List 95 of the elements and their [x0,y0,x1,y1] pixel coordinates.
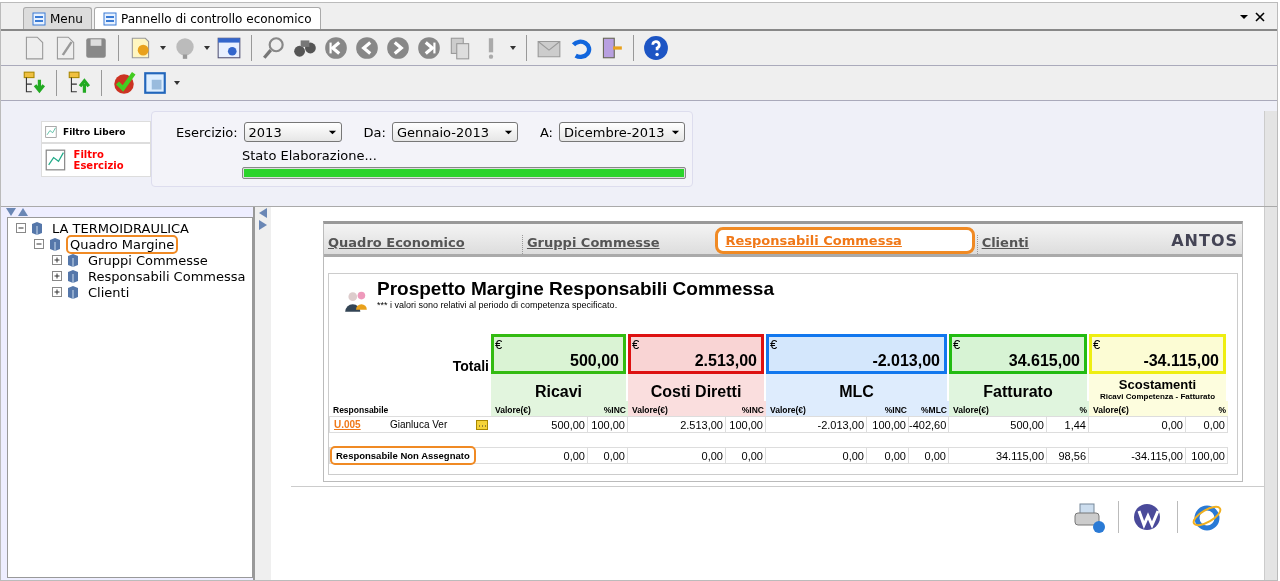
group-title: MLC [839,383,874,401]
column-header: %INC [867,401,909,416]
table-cell: -402,60 [909,416,949,433]
column-header: Responsabile [332,404,390,416]
expand-icon[interactable] [52,271,62,281]
table-cell: 0,00 [588,447,628,464]
group-title: Ricavi [534,383,583,401]
report-title: Prospetto Margine Responsabili Commessa [377,278,774,300]
table-cell: 0,00 [726,447,766,464]
collapse-arrows-icon[interactable] [5,207,29,217]
table-cell: 100,00 [1186,447,1228,464]
report-tab[interactable]: Clienti [976,235,1168,254]
filter-tab[interactable]: Filtro Esercizio [41,143,151,177]
table-cell: 0,00 [628,447,726,464]
printer-help-icon[interactable] [1072,500,1106,534]
column-header: % [1047,401,1089,416]
settings-window-icon[interactable] [216,35,242,61]
report-note: *** i valori sono relativi al periodo di competenza specificato. [377,300,619,310]
group-title: Fatturato [983,383,1053,401]
collapse-icon[interactable] [16,223,26,233]
window-tab[interactable]: Menu [23,7,92,29]
unassigned-label: Responsabile Non Assegnato [330,446,476,465]
table-cell: 2.513,00 [628,416,726,433]
table-cell: 0,00 [766,447,867,464]
cube-icon [47,236,63,252]
cube-icon [65,284,81,300]
cube-icon [65,268,81,284]
totals-label: Totali [451,358,490,374]
dropdown-field[interactable]: Dicembre-2013 [559,122,685,142]
cube-icon [65,252,81,268]
table-cell: 0,00 [867,447,909,464]
note-icon[interactable] [476,419,488,430]
group-title: Costi Diretti [650,383,742,401]
column-header: % [1186,401,1228,416]
scrollbar[interactable] [1264,207,1277,580]
column-header: %INC [588,401,628,416]
dropdown-field[interactable]: Gennaio-2013 [391,122,518,142]
total-box: € 34.615,00 [949,334,1087,374]
filter-tab[interactable]: Filtro Libero [41,121,151,143]
table-cell: 0,00 [1089,416,1186,433]
table-cell: -2.013,00 [766,416,867,433]
column-header: %INC [726,401,766,416]
floppy-icon[interactable] [83,35,109,61]
table-cell: -34.115,00 [1089,447,1186,464]
window-tab[interactable]: Pannello di controllo economico [93,7,321,29]
column-header: Valore(€) [766,401,867,416]
scrollbar[interactable] [1264,111,1277,206]
chart-icon [45,125,59,139]
table-cell: 0,00 [909,447,949,464]
caret-icon[interactable] [1239,12,1249,22]
field-label: Da: [363,124,386,140]
expand-icon[interactable] [52,255,62,265]
table-cell: 100,00 [726,416,766,433]
close-icon[interactable] [1255,12,1265,22]
search-icon[interactable] [261,35,287,61]
group-title: Scostamenti [1118,377,1197,392]
table-cell: 1,44 [1047,416,1089,433]
tree-down-icon[interactable] [21,70,47,96]
report-tab[interactable]: Quadro Economico [328,235,518,254]
total-box: € -34.115,00 [1089,334,1226,374]
column-header: %MLC [909,401,949,416]
column-header: Valore(€) [491,401,588,416]
dropdown-field[interactable]: 2013 [243,122,342,142]
table-cell: 0,00 [491,447,588,464]
table-cell: 100,00 [588,416,628,433]
total-box: € 2.513,00 [628,334,764,374]
column-header: Valore(€) [949,401,1047,416]
tree-up-icon[interactable] [66,70,92,96]
splitter-arrows-icon[interactable] [258,207,268,231]
table-cell: 98,56 [1047,447,1089,464]
total-box: € -2.013,00 [766,334,947,374]
table-cell: 34.115,00 [949,447,1047,464]
window-tab-icon [32,11,46,26]
table-cell: 500,00 [949,416,1047,433]
group-subtitle: Ricavi Competenza - Fatturato [1099,392,1216,401]
help-icon[interactable] [643,35,669,61]
person-name: Gianluca Ver [390,419,449,430]
window-tab-icon [102,11,117,26]
check-icon[interactable] [111,70,137,96]
expand-icon[interactable] [52,287,62,297]
tree-item[interactable]: Quadro Margine [66,234,179,254]
table-cell: 0,00 [1186,416,1228,433]
column-header: Valore(€) [1089,401,1186,416]
column-header: Valore(€) [628,401,726,416]
field-label: A: [539,124,553,140]
collapse-icon[interactable] [34,239,44,249]
field-label: Esercizio: [176,124,238,140]
table-cell: 500,00 [491,416,588,433]
cube-icon [29,220,45,236]
total-box: € 500,00 [491,334,626,374]
brand-logo: ANTOS [1171,231,1238,252]
status-label: Stato Elaborazione... [242,148,378,163]
report-tab[interactable]: Gruppi Commesse [521,235,713,254]
layout-icon[interactable] [142,70,168,96]
table-cell: 100,00 [867,416,909,433]
